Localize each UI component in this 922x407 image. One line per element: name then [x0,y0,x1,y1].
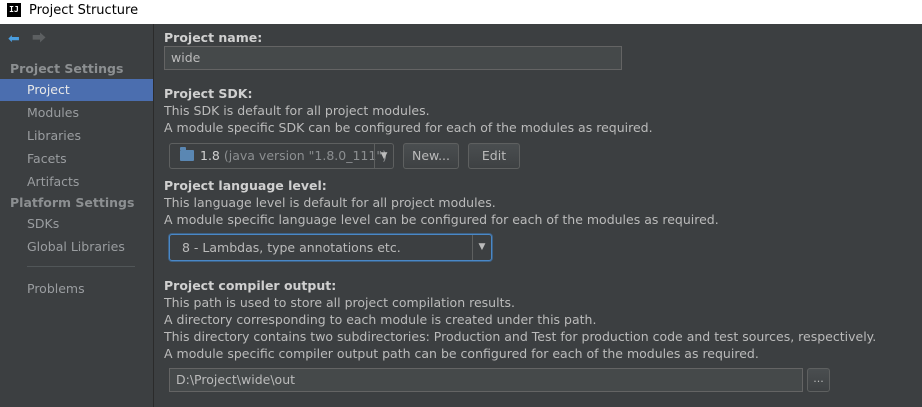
compiler-output-description: This directory contains two subdirectori… [164,329,877,344]
sdk-version-detail: (java version "1.8.0_111") [223,148,387,163]
browse-button[interactable]: ... [807,368,830,392]
chevron-down-icon[interactable]: ▼ [472,235,491,260]
section-header-platform-settings: Platform Settings [10,195,135,210]
sidebar-item-label: Artifacts [27,174,80,189]
sdk-folder-icon [180,147,194,161]
sidebar-item-label: SDKs [27,216,60,231]
sidebar-item-global-libraries[interactable]: Global Libraries [0,236,153,258]
sidebar-item-problems[interactable]: Problems [0,278,153,300]
sidebar-item-facets[interactable]: Facets [0,148,153,170]
compiler-output-path-input[interactable]: D:\Project\wide\out [169,368,803,392]
sdk-selected-value: 1.8 (java version "1.8.0_111") [200,144,387,168]
project-sdk-dropdown[interactable]: 1.8 (java version "1.8.0_111") ▼ [169,143,394,169]
sidebar-item-label: Modules [27,105,79,120]
project-sdk-description: A module specific SDK can be configured … [164,120,653,135]
edit-sdk-button[interactable]: Edit [468,143,520,169]
language-level-label: Project language level: [164,178,327,193]
back-arrow-icon[interactable]: ⬅ [8,31,20,47]
app-logo-icon: IJ [7,3,21,17]
sidebar-item-label: Libraries [27,128,81,143]
sidebar-item-sdks[interactable]: SDKs [0,213,153,235]
forward-arrow-icon[interactable]: ⮕ [32,31,46,47]
language-level-description: This language level is default for all p… [164,195,496,210]
compiler-output-description: A directory corresponding to each module… [164,312,597,327]
project-name-label: Project name: [164,30,263,45]
sidebar-item-label: Project [27,82,70,97]
sidebar-item-label: Facets [27,151,67,166]
window-title: Project Structure [29,3,139,18]
compiler-output-description: A module specific compiler output path c… [164,346,759,361]
sdk-version: 1.8 [200,148,220,163]
sidebar-item-libraries[interactable]: Libraries [0,125,153,147]
sidebar: ⬅ ⮕ Project Settings Project Modules Lib… [0,24,154,407]
compiler-output-label: Project compiler output: [164,278,337,293]
language-level-dropdown[interactable]: 8 - Lambdas, type annotations etc. ▼ [169,234,492,261]
sidebar-divider [27,266,135,267]
sidebar-item-label: Global Libraries [27,239,125,254]
sidebar-item-artifacts[interactable]: Artifacts [0,171,153,193]
language-level-description: A module specific language level can be … [164,212,719,227]
title-bar: IJ Project Structure [0,0,922,24]
sidebar-item-label: Problems [27,281,85,296]
chevron-down-icon[interactable]: ▼ [374,144,393,168]
new-sdk-button[interactable]: New... [403,143,459,169]
project-name-input[interactable]: wide [164,46,622,70]
language-level-selected: 8 - Lambdas, type annotations etc. [182,240,401,255]
sidebar-item-modules[interactable]: Modules [0,102,153,124]
project-sdk-label: Project SDK: [164,86,253,101]
compiler-output-description: This path is used to store all project c… [164,295,515,310]
section-header-project-settings: Project Settings [10,61,124,76]
sidebar-item-project[interactable]: Project [0,79,153,101]
project-sdk-description: This SDK is default for all project modu… [164,103,430,118]
main-panel: Project name: wide Project SDK: This SDK… [154,24,922,407]
